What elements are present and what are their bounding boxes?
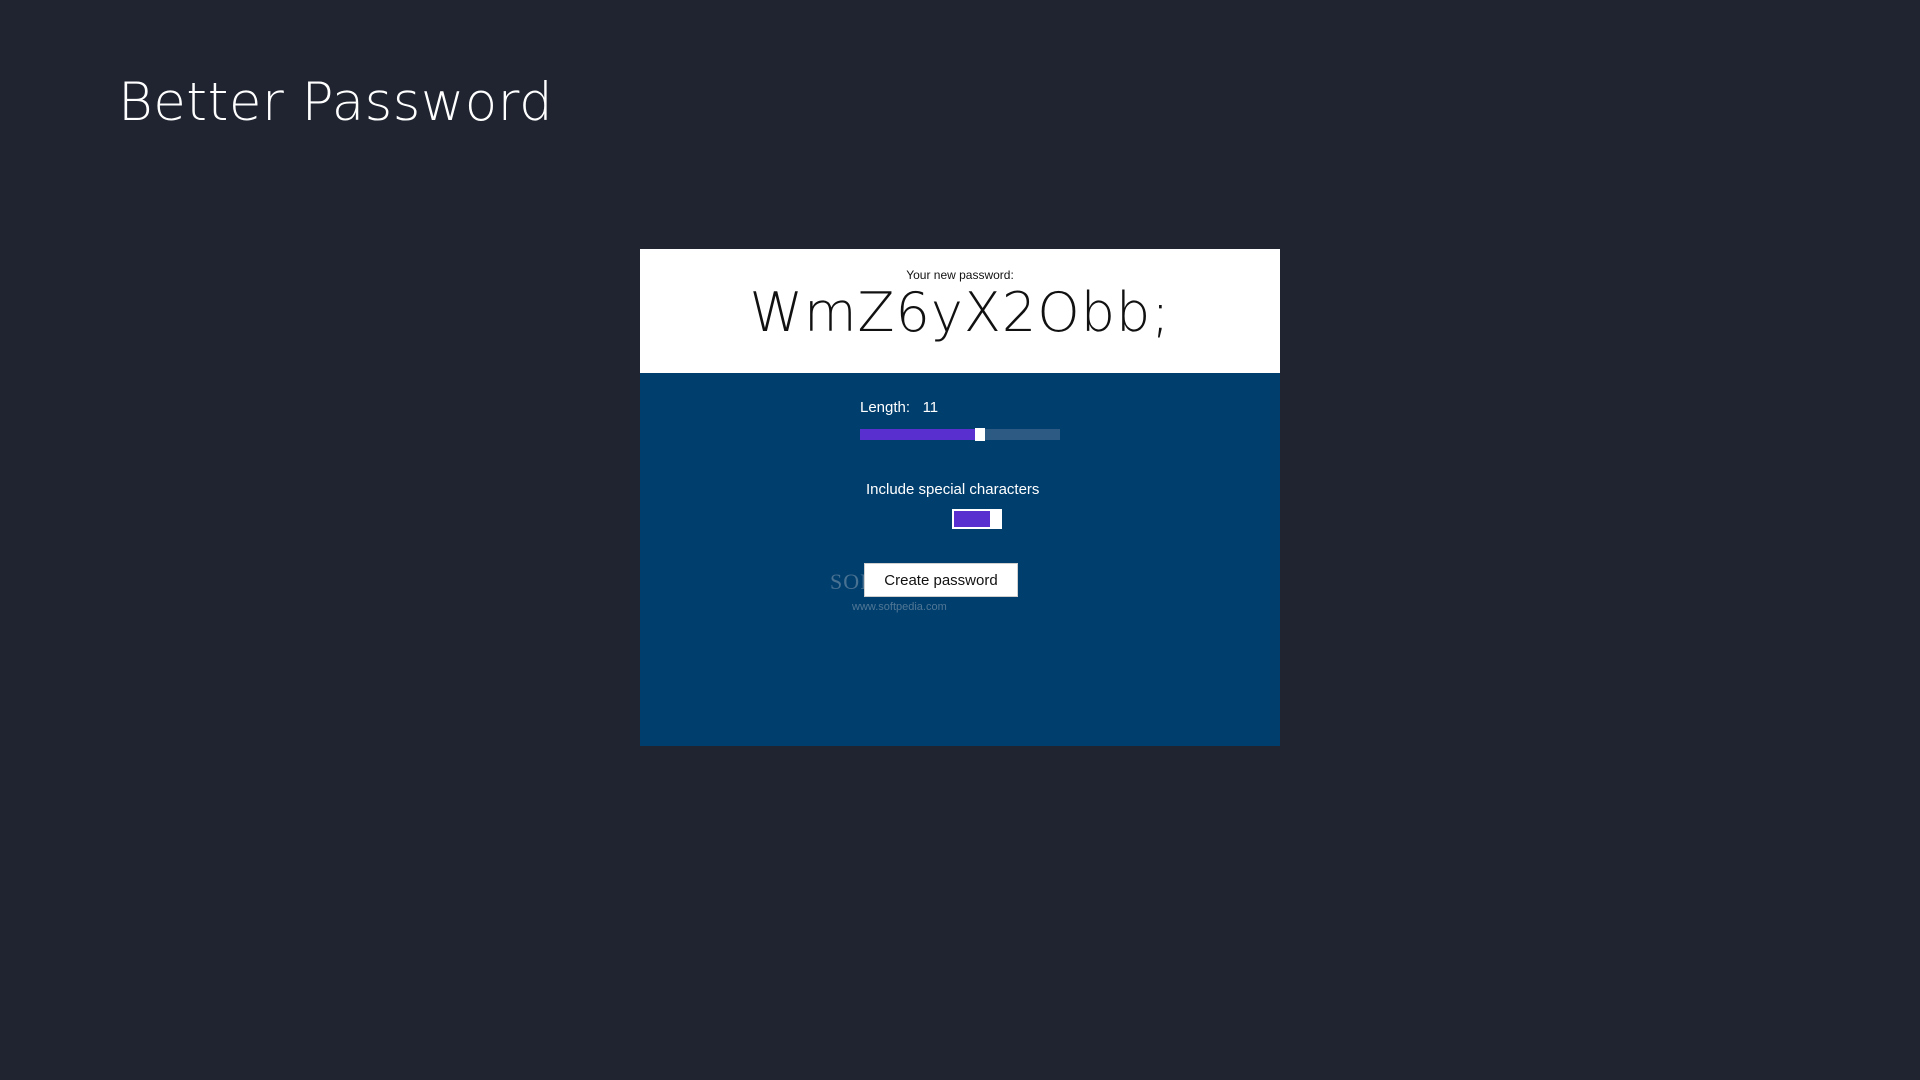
result-panel: Your new password: WmZ6yX2Obb; [640, 249, 1280, 373]
length-slider-thumb[interactable] [975, 428, 985, 441]
length-label: Length: [860, 399, 911, 416]
create-password-button[interactable]: Create password [864, 563, 1018, 597]
length-value: 11 [922, 399, 939, 416]
app-window: Better Password Your new password: WmZ6y… [0, 0, 1920, 1080]
length-slider-fill [860, 429, 980, 440]
special-characters-label: Include special characters [866, 481, 1040, 498]
length-slider[interactable] [860, 428, 1060, 441]
app-title: Better Password [118, 72, 554, 133]
toggle-knob [990, 509, 1002, 529]
special-characters-toggle[interactable] [952, 509, 1002, 529]
length-spacer [914, 399, 918, 416]
watermark-url: www.softpedia.com [852, 601, 947, 613]
password-value[interactable]: WmZ6yX2Obb; [640, 281, 1280, 344]
result-label: Your new password: [906, 268, 1014, 282]
generator-card: Your new password: WmZ6yX2Obb; Length: 1… [640, 249, 1280, 746]
length-label-row: Length: 11 [860, 399, 938, 416]
